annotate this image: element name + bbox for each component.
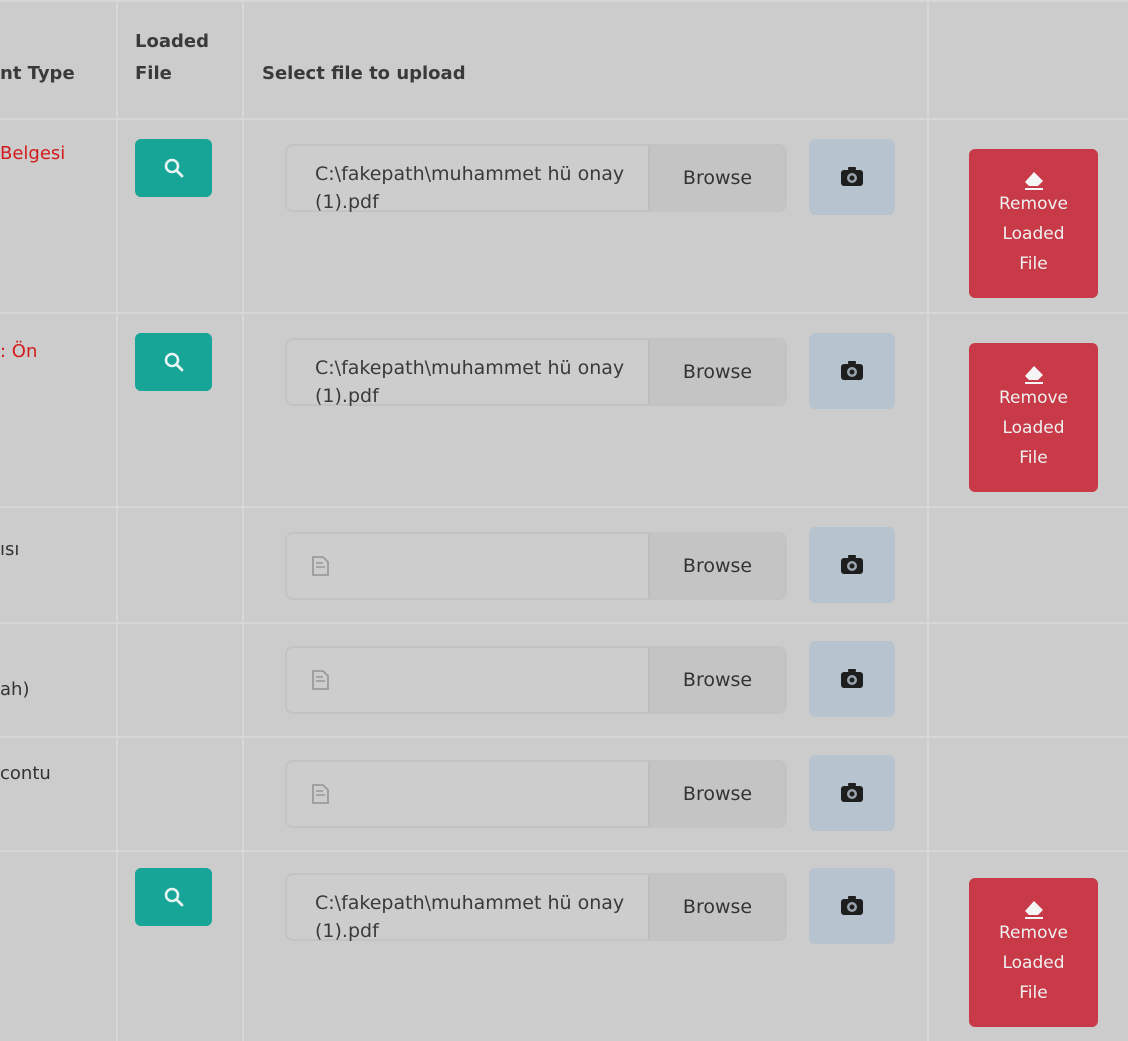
row-divider [0,850,1128,852]
camera-icon [841,555,863,574]
file-icon [312,670,329,690]
browse-button[interactable]: Browse [648,762,785,826]
view-file-button[interactable] [135,333,212,391]
column-divider [242,0,244,1041]
file-input-group[interactable]: C:\fakepath\muhammet hü onay (1).pdf Bro… [285,338,787,407]
view-file-button[interactable] [135,139,212,197]
camera-button[interactable] [809,641,895,717]
view-file-button[interactable] [135,868,212,926]
document-type-label: ah) [0,679,30,700]
column-divider [116,0,118,1041]
row-divider [0,622,1128,624]
search-icon [164,352,183,372]
table-border-top [0,0,1128,2]
camera-button[interactable] [809,868,895,944]
browse-button[interactable]: Browse [648,340,785,404]
browse-button[interactable]: Browse [648,648,785,712]
remove-label-line1: Remove [999,387,1068,408]
table-header-divider [0,118,1128,120]
column-divider [927,0,929,1041]
remove-loaded-file-button[interactable]: Remove Loaded File [969,149,1098,298]
remove-label-line2: Loaded [1002,223,1065,244]
file-input-group[interactable]: C:\fakepath\muhammet hü onay (1).pdf Bro… [285,873,787,942]
remove-loaded-file-button[interactable]: Remove Loaded File [969,878,1098,1027]
upload-table: nt Type Loaded File Select file to uploa… [0,0,1128,1041]
file-input-group[interactable]: Browse [285,760,787,828]
remove-label-line1: Remove [999,922,1068,943]
search-icon [164,158,183,178]
header-loaded-file-line1: Loaded [135,31,209,52]
header-select-file: Select file to upload [262,63,466,84]
document-type-label: Belgesi [0,143,66,164]
file-path-value[interactable]: C:\fakepath\muhammet hü onay (1).pdf [315,889,685,945]
remove-label-line3: File [1019,447,1048,468]
remove-loaded-file-button[interactable]: Remove Loaded File [969,343,1098,492]
header-loaded-file-line2: File [135,63,172,84]
camera-icon [841,167,863,186]
header-document-type: nt Type [0,63,75,84]
remove-label-line3: File [1019,982,1048,1003]
row-divider [0,506,1128,508]
remove-label-line3: File [1019,253,1048,274]
row-divider [0,312,1128,314]
remove-label-line2: Loaded [1002,417,1065,438]
camera-icon [841,783,863,802]
file-path-value[interactable]: C:\fakepath\muhammet hü onay (1).pdf [315,354,685,410]
file-input-group[interactable]: C:\fakepath\muhammet hü onay (1).pdf Bro… [285,144,787,213]
camera-icon [841,669,863,688]
browse-button[interactable]: Browse [648,534,785,598]
camera-icon [841,896,863,915]
browse-button[interactable]: Browse [648,875,785,939]
search-icon [164,887,183,907]
remove-label-line1: Remove [999,193,1068,214]
document-type-label: : Ön [0,341,38,362]
document-type-label: contu [0,763,51,784]
remove-label-line2: Loaded [1002,952,1065,973]
file-path-value[interactable]: C:\fakepath\muhammet hü onay (1).pdf [315,160,685,216]
camera-icon [841,361,863,380]
document-type-label: ısı [0,539,20,560]
camera-button[interactable] [809,755,895,831]
row-divider [0,736,1128,738]
file-icon [312,556,329,576]
camera-button[interactable] [809,527,895,603]
camera-button[interactable] [809,139,895,215]
file-input-group[interactable]: Browse [285,532,787,600]
file-input-group[interactable]: Browse [285,646,787,714]
camera-button[interactable] [809,333,895,409]
browse-button[interactable]: Browse [648,146,785,210]
file-icon [312,784,329,804]
